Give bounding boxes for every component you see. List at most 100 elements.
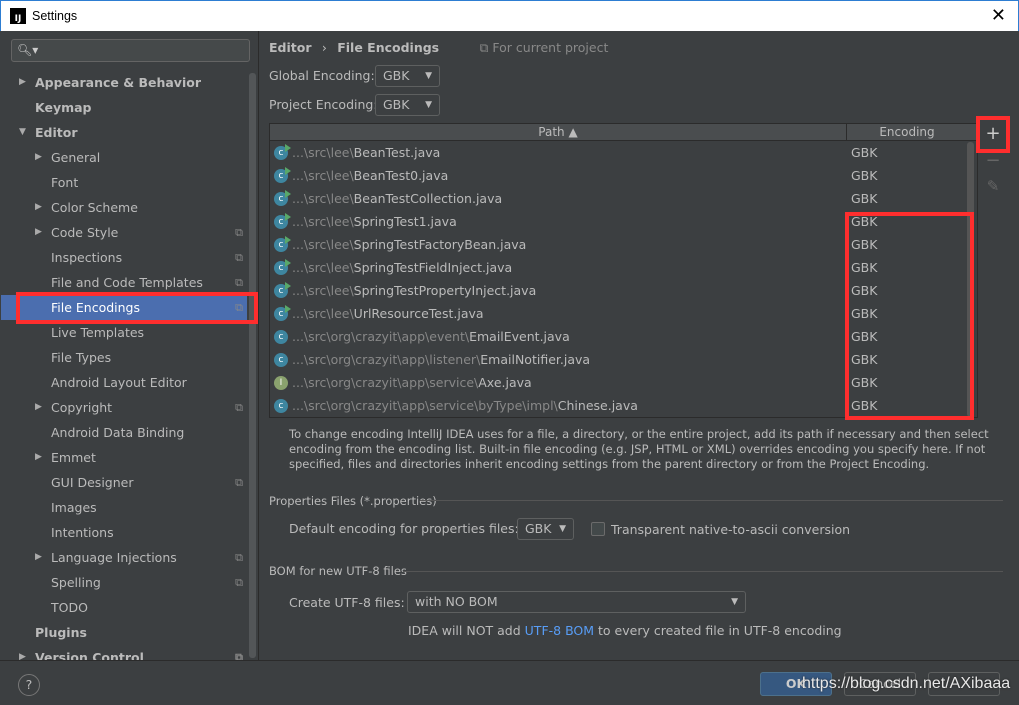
collapsed-arrow-icon[interactable]: ▶ xyxy=(35,145,42,170)
settings-sidebar: 🔍︎▾ ▶ Appearance & Behavior Keymap ▼ Editor ▶… xyxy=(1,31,259,660)
sidebar-item-appearance-behavior[interactable]: ▶ Appearance & Behavior xyxy=(1,70,247,95)
java-class-icon: c xyxy=(274,352,288,367)
collapsed-arrow-icon[interactable]: ▶ xyxy=(35,395,42,420)
native-to-ascii-checkbox[interactable] xyxy=(591,522,605,536)
sidebar-item-label: Images xyxy=(51,500,97,515)
sidebar-item-images[interactable]: Images xyxy=(1,495,247,520)
sidebar-item-label: File Types xyxy=(51,350,112,365)
run-icon xyxy=(285,235,291,244)
path-dir: ...\src\lee\ xyxy=(292,168,354,183)
encoding-cell[interactable]: GBK xyxy=(847,145,877,160)
sidebar-item-android-data-binding[interactable]: Android Data Binding xyxy=(1,420,247,445)
path-dir: ...\src\lee\ xyxy=(292,260,354,275)
project-encoding-select[interactable]: GBK ▼ xyxy=(375,94,440,116)
path-cell: ...\src\lee\SpringTest1.java xyxy=(292,214,847,229)
sidebar-item-emmet[interactable]: ▶ Emmet xyxy=(1,445,247,470)
sidebar-item-color-scheme[interactable]: ▶ Color Scheme xyxy=(1,195,247,220)
collapsed-arrow-icon[interactable]: ▶ xyxy=(35,195,42,220)
breadcrumb-editor[interactable]: Editor xyxy=(269,40,312,55)
java-class-icon: c xyxy=(274,329,288,344)
title-bar: IJ Settings ✕ xyxy=(0,0,1019,31)
sidebar-item-label: Version Control xyxy=(35,650,144,660)
collapsed-arrow-icon[interactable]: ▶ xyxy=(35,220,42,245)
path-cell: ...\src\org\crazyit\app\service\byType\i… xyxy=(292,398,847,413)
table-row[interactable]: c ...\src\lee\BeanTest0.java GBK xyxy=(270,164,977,187)
sidebar-item-label: Plugins xyxy=(35,625,87,640)
sidebar-item-code-style[interactable]: ▶ Code Style ⧉ xyxy=(1,220,247,245)
sidebar-item-font[interactable]: Font xyxy=(1,170,247,195)
table-row[interactable]: c ...\src\lee\BeanTest.java GBK xyxy=(270,141,977,164)
path-cell: ...\src\lee\UrlResourceTest.java xyxy=(292,306,847,321)
sidebar-item-label: Color Scheme xyxy=(51,200,138,215)
column-encoding[interactable]: Encoding xyxy=(847,124,967,140)
sidebar-item-spelling[interactable]: Spelling ⧉ xyxy=(1,570,247,595)
properties-encoding-select[interactable]: GBK ▼ xyxy=(517,518,574,540)
sidebar-item-label: Spelling xyxy=(51,575,101,590)
path-dir: ...\src\lee\ xyxy=(292,214,354,229)
sidebar-item-label: TODO xyxy=(51,600,88,615)
sidebar-item-copyright[interactable]: ▶ Copyright ⧉ xyxy=(1,395,247,420)
global-encoding-label: Global Encoding: xyxy=(269,68,375,83)
collapsed-arrow-icon[interactable]: ▶ xyxy=(19,645,26,660)
highlight-box xyxy=(16,292,258,324)
global-encoding-select[interactable]: GBK ▼ xyxy=(375,65,440,87)
column-path[interactable]: Path ▲ xyxy=(270,124,847,140)
sidebar-item-keymap[interactable]: Keymap xyxy=(1,95,247,120)
sidebar-item-label: Font xyxy=(51,175,79,190)
sidebar-item-language-injections[interactable]: ▶ Language Injections ⧉ xyxy=(1,545,247,570)
sidebar-item-file-types[interactable]: File Types xyxy=(1,345,247,370)
path-cell: ...\src\lee\BeanTest0.java xyxy=(292,168,847,183)
path-cell: ...\src\lee\SpringTestFactoryBean.java xyxy=(292,237,847,252)
run-icon xyxy=(285,166,291,175)
path-dir: ...\src\lee\ xyxy=(292,191,354,206)
settings-tree: ▶ Appearance & Behavior Keymap ▼ Editor ▶ Gene… xyxy=(1,70,247,660)
project-scope-icon: ⧉ xyxy=(235,651,243,660)
project-scope-icon: ⧉ xyxy=(235,576,243,589)
collapsed-arrow-icon[interactable]: ▶ xyxy=(35,545,42,570)
bom-info-text: to every created file in UTF-8 encoding xyxy=(594,623,842,638)
java-class-icon: c xyxy=(274,304,291,321)
java-class-icon: c xyxy=(274,189,291,206)
encoding-help-text: To change encoding IntelliJ IDEA uses fo… xyxy=(289,427,989,471)
breadcrumb-current: File Encodings xyxy=(337,40,440,55)
table-row[interactable]: c ...\src\lee\BeanTestCollection.java GBK xyxy=(270,187,977,210)
chevron-down-icon: ▼ xyxy=(559,524,566,534)
edit-icon[interactable]: ✎ xyxy=(978,177,1008,204)
sidebar-item-plugins[interactable]: Plugins xyxy=(1,620,247,645)
native-to-ascii-label: Transparent native-to-ascii conversion xyxy=(611,522,851,537)
java-class-icon: c xyxy=(274,235,291,252)
create-utf8-value: with NO BOM xyxy=(415,594,498,609)
project-scope-icon: ⧉ xyxy=(235,251,243,264)
sidebar-item-inspections[interactable]: Inspections ⧉ xyxy=(1,245,247,270)
expanded-arrow-icon[interactable]: ▼ xyxy=(19,120,26,145)
close-icon[interactable]: ✕ xyxy=(991,5,1006,26)
path-file: SpringTestFactoryBean.java xyxy=(353,237,527,252)
help-icon[interactable]: ? xyxy=(18,674,40,696)
sidebar-scrollbar[interactable] xyxy=(249,73,256,658)
encoding-cell[interactable]: GBK xyxy=(847,191,877,206)
path-file: BeanTest0.java xyxy=(353,168,449,183)
create-utf8-select[interactable]: with NO BOM ▼ xyxy=(407,591,746,613)
sidebar-item-todo[interactable]: TODO xyxy=(1,595,247,620)
highlight-box xyxy=(845,212,974,420)
settings-search-input[interactable]: 🔍︎▾ xyxy=(11,39,250,62)
utf8-bom-link[interactable]: UTF-8 BOM xyxy=(525,623,594,638)
collapsed-arrow-icon[interactable]: ▶ xyxy=(35,445,42,470)
sidebar-item-gui-designer[interactable]: GUI Designer ⧉ xyxy=(1,470,247,495)
chevron-down-icon: ▼ xyxy=(425,71,432,81)
encoding-cell[interactable]: GBK xyxy=(847,168,877,183)
properties-section-title: Properties Files (*.properties) xyxy=(269,494,437,508)
path-dir: ...\src\org\crazyit\app\listener\ xyxy=(292,352,481,367)
sidebar-item-general[interactable]: ▶ General xyxy=(1,145,247,170)
collapsed-arrow-icon[interactable]: ▶ xyxy=(19,70,26,95)
window-title: Settings xyxy=(32,9,78,23)
remove-icon[interactable]: − xyxy=(978,150,1008,177)
sidebar-item-android-layout-editor[interactable]: Android Layout Editor xyxy=(1,370,247,395)
sidebar-item-label: Inspections xyxy=(51,250,123,265)
sidebar-item-intentions[interactable]: Intentions xyxy=(1,520,247,545)
sidebar-item-version-control[interactable]: ▶ Version Control ⧉ xyxy=(1,645,247,660)
project-scope-icon: ⧉ xyxy=(235,401,243,414)
java-class-icon: c xyxy=(274,258,291,275)
bom-section-title: BOM for new UTF-8 files xyxy=(269,564,407,578)
sidebar-item-editor[interactable]: ▼ Editor xyxy=(1,120,247,145)
